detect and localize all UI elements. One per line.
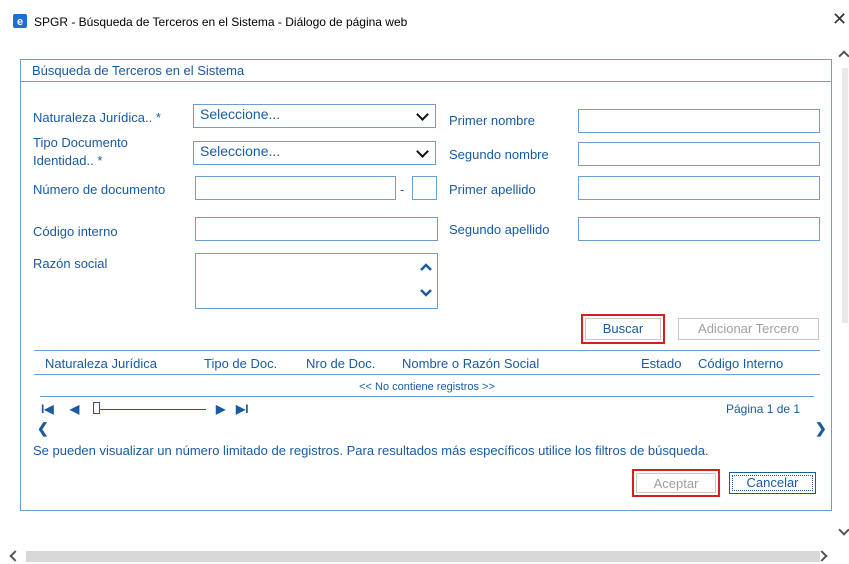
- vertical-scroll-thumb[interactable]: [842, 68, 848, 323]
- naturaleza-select-value: Seleccione...: [200, 106, 281, 122]
- numero-doc-label: Número de documento: [33, 182, 166, 197]
- column-header-tipo-doc[interactable]: Tipo de Doc.: [204, 356, 277, 371]
- segundo-apellido-input[interactable]: [578, 217, 820, 241]
- primer-nombre-label: Primer nombre: [449, 113, 535, 128]
- naturaleza-label: Naturaleza Jurídica.. *: [33, 110, 161, 125]
- column-header-naturaleza[interactable]: Naturaleza Jurídica: [45, 356, 157, 371]
- pager-next-icon[interactable]: ▶: [216, 402, 225, 416]
- table-scroll-left-icon[interactable]: ❮: [37, 420, 49, 437]
- textarea-scroll-up-icon[interactable]: [419, 262, 433, 272]
- pager-slider-track[interactable]: [100, 409, 206, 410]
- table-body-separator: [40, 396, 814, 397]
- panel-title: Búsqueda de Terceros en el Sistema: [32, 63, 245, 78]
- pager-prev-icon[interactable]: ◀: [70, 402, 79, 416]
- window-title: SPGR - Búsqueda de Terceros en el Sistem…: [34, 15, 408, 29]
- textarea-scroll-down-icon[interactable]: [419, 288, 433, 298]
- primer-nombre-input[interactable]: [578, 109, 820, 133]
- empty-table-message: << No contiene registros >>: [359, 381, 495, 393]
- chevron-down-icon: [416, 108, 429, 121]
- horizontal-scroll-thumb[interactable]: [26, 551, 820, 562]
- column-header-nombre[interactable]: Nombre o Razón Social: [402, 356, 539, 371]
- table-top-border: [34, 350, 820, 351]
- column-header-estado[interactable]: Estado: [641, 356, 681, 371]
- pager-first-icon[interactable]: I◀: [41, 402, 54, 416]
- tipo-doc-select-value: Seleccione...: [200, 143, 281, 159]
- codigo-interno-label: Código interno: [33, 224, 118, 239]
- chevron-down-icon: [416, 145, 429, 158]
- pager-slider-thumb[interactable]: [93, 402, 100, 414]
- dash-separator: -: [400, 182, 405, 197]
- digito-verificacion-input[interactable]: [412, 176, 437, 200]
- primer-apellido-label: Primer apellido: [449, 182, 536, 197]
- cancelar-button[interactable]: Cancelar: [729, 472, 816, 494]
- aceptar-button[interactable]: Aceptar: [632, 469, 720, 497]
- tipo-doc-label-line1: Tipo Documento: [33, 135, 128, 150]
- adicionar-tercero-button[interactable]: Adicionar Tercero: [678, 318, 819, 340]
- primer-apellido-input[interactable]: [578, 176, 820, 200]
- table-header-separator: [34, 374, 820, 375]
- results-limit-note: Se pueden visualizar un número limitado …: [33, 443, 709, 458]
- naturaleza-select[interactable]: Seleccione...: [193, 104, 436, 128]
- tipo-doc-select[interactable]: Seleccione...: [193, 141, 436, 165]
- close-icon[interactable]: ✕: [832, 10, 847, 28]
- page-indicator: Página 1 de 1: [726, 402, 801, 416]
- svg-text:e: e: [17, 16, 23, 28]
- numero-doc-input[interactable]: [195, 176, 396, 200]
- codigo-interno-input[interactable]: [195, 217, 438, 241]
- browser-icon: e: [13, 14, 27, 28]
- razon-social-label: Razón social: [33, 256, 108, 271]
- table-scroll-right-icon[interactable]: ❯: [815, 420, 827, 437]
- column-header-codigo[interactable]: Código Interno: [698, 356, 783, 371]
- razon-social-textarea[interactable]: [195, 253, 438, 309]
- column-header-nro-doc[interactable]: Nro de Doc.: [306, 356, 375, 371]
- segundo-apellido-label: Segundo apellido: [449, 222, 550, 237]
- segundo-nombre-label: Segundo nombre: [449, 147, 549, 162]
- buscar-button[interactable]: Buscar: [581, 314, 665, 344]
- segundo-nombre-input[interactable]: [578, 142, 820, 166]
- tipo-doc-label-line2: Identidad.. *: [33, 153, 103, 168]
- pager-last-icon[interactable]: ▶I: [236, 402, 249, 416]
